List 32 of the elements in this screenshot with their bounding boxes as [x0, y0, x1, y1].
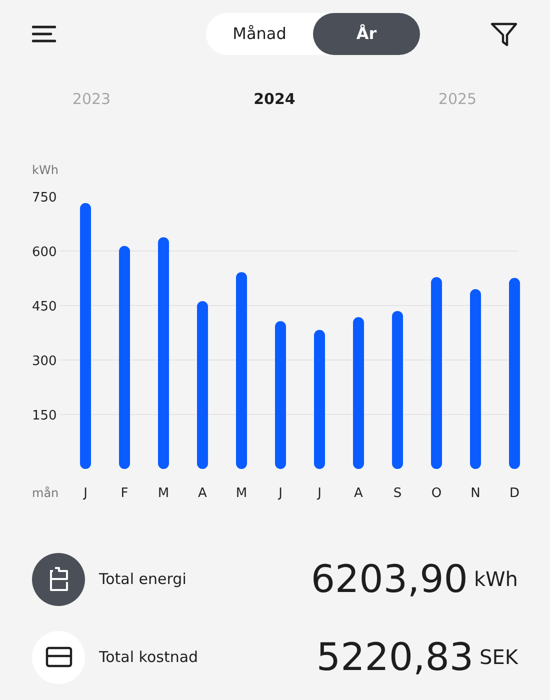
- x-tick-label: M: [158, 486, 170, 501]
- x-tick-label: A: [198, 486, 207, 501]
- x-tick-label: J: [318, 486, 322, 501]
- x-tick-label: J: [84, 486, 88, 501]
- segment-tab[interactable]: Månad: [206, 13, 313, 55]
- x-tick-label: M: [236, 486, 248, 501]
- y-tick-label: 750: [32, 190, 57, 206]
- total-value: 6203,90: [310, 560, 468, 598]
- total-label: Total kostnad: [99, 646, 200, 668]
- y-tick-label: 300: [32, 354, 57, 369]
- axis-unit-label: kWh: [32, 163, 58, 177]
- axis-label: mån: [32, 486, 59, 500]
- card-icon: [44, 646, 72, 668]
- y-tick-label: 450: [32, 300, 57, 314]
- y-tick-label: 600: [32, 245, 57, 260]
- x-tick-label: D: [510, 486, 520, 501]
- x-tick-label: A: [354, 486, 363, 501]
- year-tab[interactable]: 2024: [254, 88, 296, 110]
- x-tick-label: O: [431, 486, 442, 501]
- total-value: 5220,83: [316, 638, 474, 676]
- menu-icon[interactable]: [32, 25, 56, 43]
- unit-label: kWh: [474, 566, 518, 593]
- x-tick-label: N: [470, 486, 480, 501]
- unit-label: SEK: [480, 644, 518, 671]
- x-tick-label: F: [120, 486, 128, 501]
- total-label: Total energi: [99, 568, 188, 590]
- y-tick-label: 150: [32, 408, 57, 424]
- x-tick-label: J: [278, 486, 282, 501]
- battery-icon: [48, 566, 68, 592]
- segment-tab[interactable]: År: [313, 13, 420, 55]
- x-tick-label: S: [393, 486, 402, 501]
- filter-icon[interactable]: [490, 21, 518, 47]
